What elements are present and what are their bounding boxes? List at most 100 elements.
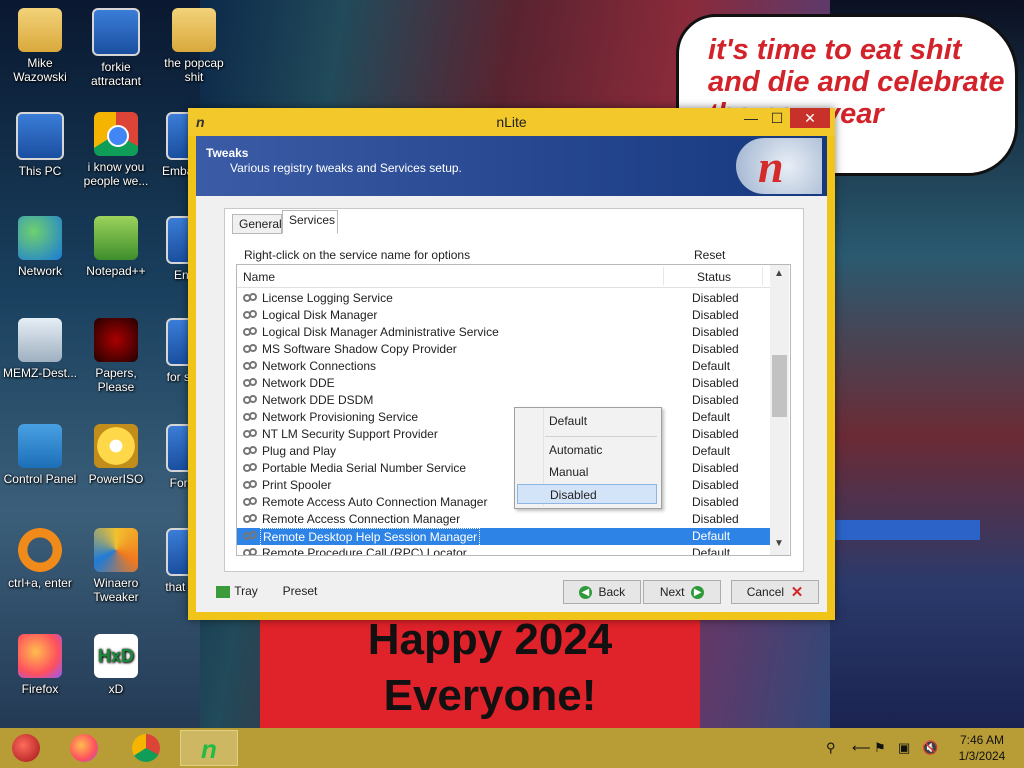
close-button[interactable]: ✕ (790, 108, 830, 128)
menu-item-disabled[interactable]: Disabled (517, 484, 657, 504)
desktop-icon[interactable]: the popcap shit (154, 8, 234, 84)
services-hint: Right-click on the service name for opti… (244, 248, 471, 262)
flag-icon[interactable]: ⚑ (874, 740, 886, 756)
column-status-header[interactable]: Status (697, 270, 731, 284)
service-row[interactable]: Remote Access Connection Manager Disabled (237, 511, 770, 528)
vertical-scrollbar[interactable]: ▲ ▼ (770, 265, 789, 555)
minimize-button[interactable]: — (738, 108, 764, 128)
network-icon (18, 216, 62, 260)
scroll-thumb[interactable] (772, 355, 787, 417)
column-divider[interactable] (663, 267, 664, 285)
service-row[interactable]: Network DDE DSDM Disabled (237, 392, 770, 409)
desktop-icon-label: MEMZ-Dest... (3, 366, 77, 380)
back-button[interactable]: ◀ Back (563, 580, 641, 604)
folder-icon (172, 8, 216, 52)
desktop-icon[interactable]: Notepad++ (76, 216, 156, 278)
next-label: Next (659, 585, 685, 599)
window-titlebar[interactable]: n nLite — ☐ ✕ (188, 108, 835, 136)
service-row[interactable]: Remote Access Auto Connection Manager Dis… (237, 494, 770, 511)
desktop-icon-label: Network (17, 264, 62, 278)
menu-item-automatic[interactable]: Automatic (517, 440, 657, 460)
tab-general[interactable]: General (232, 214, 282, 234)
firefox-icon (70, 734, 98, 762)
chevron-up-icon[interactable]: ⟵ (852, 740, 871, 756)
service-status: Disabled (692, 291, 739, 305)
service-row[interactable]: NT LM Security Support Provider Disabled (237, 426, 770, 443)
search-icon[interactable]: ⚲ (826, 740, 836, 756)
service-row[interactable]: Logical Disk Manager Administrative Serv… (237, 324, 770, 341)
taskbar-nlite[interactable]: n (180, 730, 238, 766)
service-name: Logical Disk Manager (262, 308, 378, 322)
desktop-icon[interactable]: Network (0, 216, 80, 278)
service-row[interactable]: Network Provisioning Service Default (237, 409, 770, 426)
maximize-button[interactable]: ☐ (764, 108, 790, 128)
service-row[interactable]: Network Connections Default (237, 358, 770, 375)
desktop-icon[interactable]: MEMZ-Dest... (0, 318, 80, 380)
hxd-icon: HxD (94, 634, 138, 678)
service-status: Disabled (692, 495, 739, 509)
service-row[interactable]: Remote Procedure Call (RPC) Locator Defau… (237, 545, 770, 555)
network-tray-icon[interactable]: ▣ (898, 740, 910, 756)
scroll-up-icon[interactable]: ▲ (774, 268, 784, 279)
desktop-icon[interactable]: i know you people we... (76, 112, 156, 188)
taskbar: n ⚲ ⟵ ⚑ ▣ 🔇 7:46 AM 1/3/2024 (0, 728, 1024, 768)
desktop-icon-label: Notepad++ (86, 264, 146, 278)
desktop-icon[interactable]: forkie attractant (76, 8, 156, 88)
taskbar-chrome[interactable] (124, 730, 168, 766)
desktop-icon[interactable]: Mike Wazowski (0, 8, 80, 84)
cancel-button[interactable]: Cancel ✕ (731, 580, 819, 604)
service-status: Default (692, 444, 731, 458)
gears-icon (243, 514, 257, 524)
desktop-icon-label: Firefox (21, 682, 59, 696)
desktop-icon[interactable]: This PC (0, 112, 80, 178)
desktop-icon-label: i know you people we... (83, 160, 149, 188)
menu-item-default[interactable]: Default (517, 411, 657, 431)
service-row[interactable]: MS Software Shadow Copy Provider Disabled (237, 341, 770, 358)
volume-muted-icon[interactable]: 🔇 (922, 740, 938, 756)
page-subtitle: Various registry tweaks and Services set… (230, 161, 462, 175)
desktop-icon[interactable]: Winaero Tweaker (76, 528, 156, 604)
next-button[interactable]: Next ▶ (643, 580, 721, 604)
menu-item-manual[interactable]: Manual (517, 462, 657, 482)
service-row[interactable]: Print Spooler Disabled (237, 477, 770, 494)
desktop-icon[interactable]: Papers, Please (76, 318, 156, 394)
gears-icon (243, 378, 257, 388)
column-name-header[interactable]: Name (243, 270, 275, 284)
ornament-start-icon (12, 734, 40, 762)
desktop-icon[interactable]: Control Panel (0, 424, 80, 486)
desktop-icon[interactable]: ctrl+a, enter (0, 528, 80, 590)
service-name: MS Software Shadow Copy Provider (262, 342, 457, 356)
service-name: Remote Access Auto Connection Manager (262, 495, 488, 509)
service-context-menu: Default Automatic Manual Disabled (514, 407, 662, 509)
service-row[interactable]: Plug and Play Default (237, 443, 770, 460)
gears-icon (243, 327, 257, 337)
service-row[interactable]: Remote Desktop Help Session Manager Defau… (237, 528, 770, 547)
nlite-banner-logo-icon: n (736, 138, 822, 194)
service-row[interactable]: Portable Media Serial Number Service Disa… (237, 460, 770, 477)
column-divider[interactable] (762, 267, 763, 285)
service-row[interactable]: Network DDE Disabled (237, 375, 770, 392)
window-client: Tweaks Various registry tweaks and Servi… (196, 136, 827, 612)
preset-button[interactable]: Preset (280, 580, 320, 602)
desktop-icon[interactable]: PowerISO (76, 424, 156, 486)
service-name: Logical Disk Manager Administrative Serv… (262, 325, 499, 339)
start-button[interactable] (4, 730, 48, 766)
poster-text: Happy 2024 Everyone! (367, 615, 613, 720)
desktop-icon-label: Mike Wazowski (13, 56, 67, 84)
taskbar-firefox[interactable] (62, 730, 106, 766)
service-row[interactable]: Logical Disk Manager Disabled (237, 307, 770, 324)
wallpaper-sign (820, 520, 980, 540)
gears-icon (243, 395, 257, 405)
tab-services[interactable]: Services (282, 210, 338, 234)
desktop-icon[interactable]: HxD xD (76, 634, 156, 696)
tray-button[interactable]: Tray (214, 580, 260, 602)
service-name: Print Spooler (262, 478, 332, 492)
reset-button[interactable]: Reset (694, 248, 725, 262)
desktop-icon-label: ctrl+a, enter (8, 576, 72, 590)
desktop-icon[interactable]: Firefox (0, 634, 80, 696)
service-row[interactable]: License Logging Service Disabled (237, 290, 770, 307)
service-status: Disabled (692, 427, 739, 441)
desktop-icon-label: Control Panel (3, 472, 77, 486)
clock[interactable]: 7:46 AM 1/3/2024 (950, 732, 1014, 764)
scroll-down-icon[interactable]: ▼ (774, 538, 784, 549)
